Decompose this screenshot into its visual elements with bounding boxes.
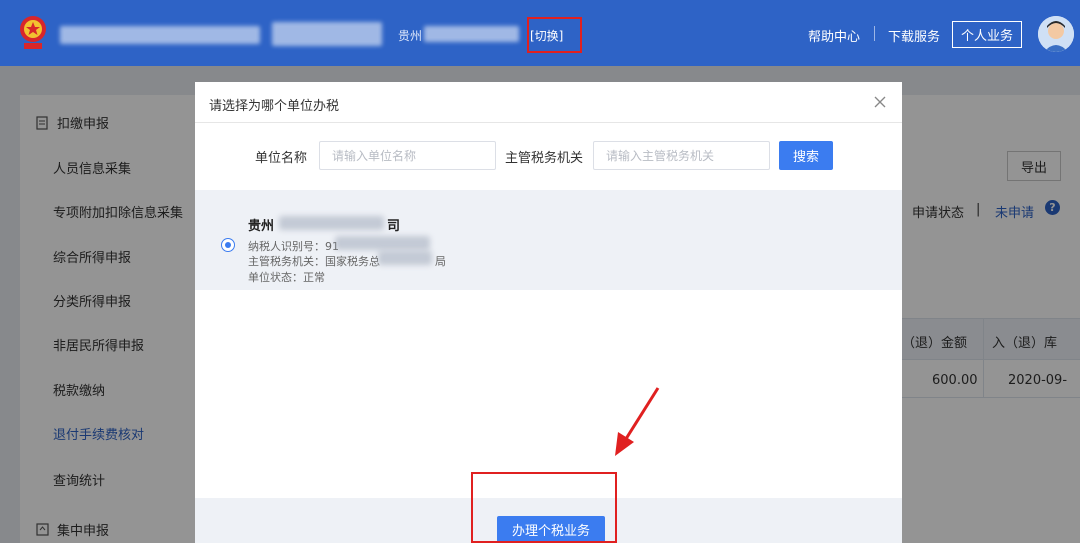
top-header: 贵州 [切换] 帮助中心 下载服务 个人业务 <box>0 0 1080 66</box>
tax-office-label: 主管税务机关 <box>505 151 584 166</box>
unit-name-prefix: 贵州 <box>248 219 275 234</box>
blurred-location <box>424 26 519 42</box>
unit-name-suffix: 司 <box>387 219 401 234</box>
select-unit-dialog: 请选择为哪个单位办税 单位名称 主管税务机关 搜索 贵州 司 纳税人识别号：91… <box>195 82 902 543</box>
button-highlight-box <box>471 472 617 543</box>
blurred-unit-name <box>279 216 384 230</box>
location-text: 贵州 <box>398 29 423 43</box>
national-emblem-icon <box>20 16 46 49</box>
tax-office-suffix: 局 <box>435 255 446 268</box>
unit-name-label: 单位名称 <box>255 151 308 166</box>
unit-radio[interactable] <box>221 238 235 252</box>
header-separator <box>874 26 875 41</box>
blurred-taxpayer-id <box>335 236 430 250</box>
personal-business-button[interactable]: 个人业务 <box>952 21 1022 48</box>
unit-list-item[interactable]: 贵州 司 纳税人识别号：91 主管税务机关：国家税务总 局 单位状态：正常 <box>195 190 902 290</box>
unit-name-input[interactable] <box>319 141 496 170</box>
search-button[interactable]: 搜索 <box>779 141 833 170</box>
avatar[interactable] <box>1038 16 1074 52</box>
download-service-link[interactable]: 下载服务 <box>888 26 940 45</box>
user-avatar-icon <box>1038 16 1074 52</box>
help-center-link[interactable]: 帮助中心 <box>808 26 860 45</box>
dialog-title: 请选择为哪个单位办税 <box>209 99 340 114</box>
taxpayer-id: 纳税人识别号：91 <box>248 240 339 253</box>
close-icon[interactable] <box>872 94 888 110</box>
blurred-site-title <box>60 26 260 44</box>
blurred-tax-office <box>378 251 432 265</box>
tax-office-prefix: 主管税务机关：国家税务总 <box>248 255 380 268</box>
unit-status: 单位状态：正常 <box>248 271 325 284</box>
switch-link[interactable]: [切换] <box>530 27 563 44</box>
dialog-divider <box>195 122 902 123</box>
red-arrow-icon <box>615 387 660 456</box>
blurred-site-title-2 <box>272 22 382 46</box>
tax-office-input[interactable] <box>593 141 770 170</box>
